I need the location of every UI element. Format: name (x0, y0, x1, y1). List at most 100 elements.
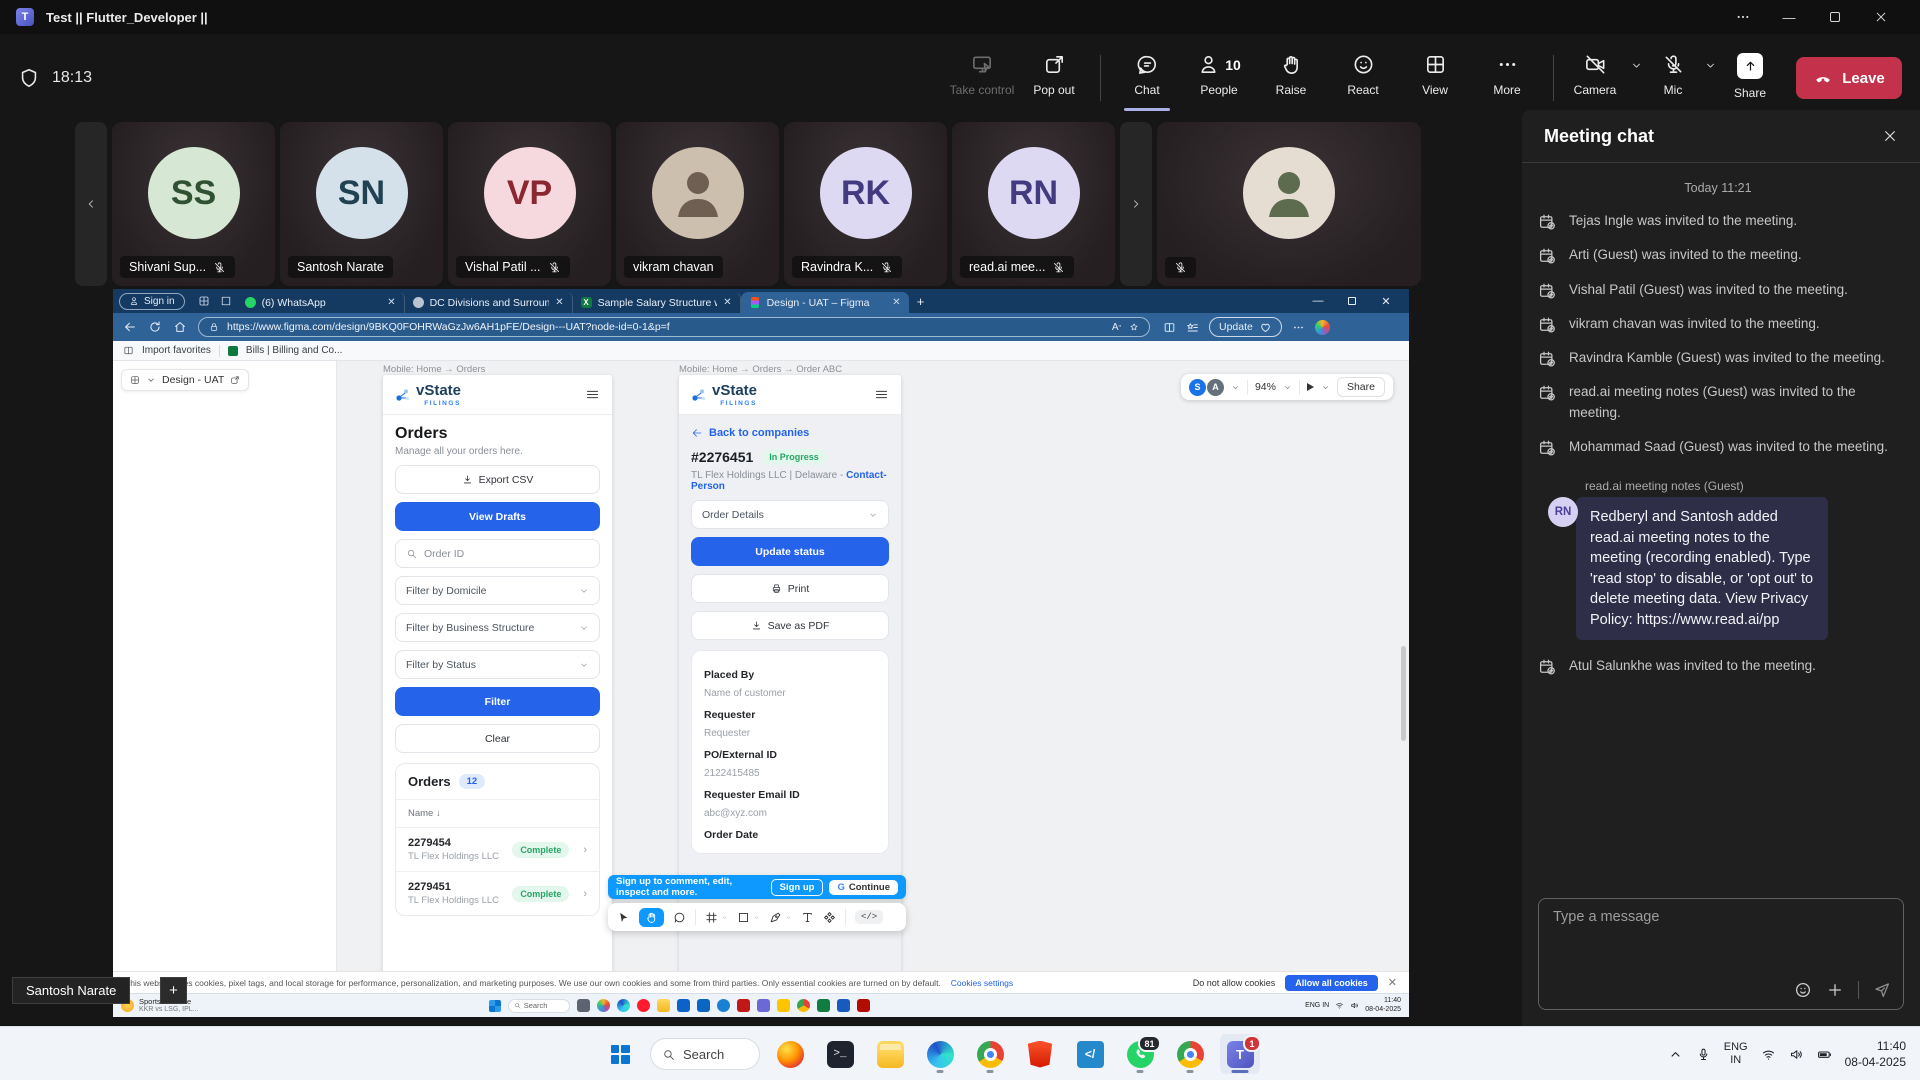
chrome-icon[interactable] (797, 999, 810, 1012)
window-close-button[interactable] (1858, 0, 1904, 34)
participant-tile[interactable]: SS Shivani Sup... (112, 122, 275, 286)
tab-close-icon[interactable]: ✕ (387, 297, 395, 308)
components-tool[interactable] (823, 911, 836, 924)
banner-sign-up-button[interactable]: Sign up (771, 879, 824, 896)
wifi-icon[interactable] (1761, 1047, 1776, 1062)
tab-close-icon[interactable]: ✕ (892, 297, 900, 308)
browser-tab-salary-sheet[interactable]: X Sample Salary Structure with calc ✕ (573, 292, 741, 313)
mcafee-icon[interactable] (737, 999, 750, 1012)
refresh-icon[interactable] (148, 320, 164, 334)
more-button[interactable]: More (1471, 45, 1543, 111)
word-icon[interactable] (837, 999, 850, 1012)
terminal-icon[interactable]: >_ (820, 1034, 860, 1074)
tab-close-icon[interactable]: ✕ (723, 297, 731, 308)
whatsapp-icon[interactable]: 81 (1120, 1034, 1160, 1074)
camera-button[interactable]: Camera (1564, 45, 1626, 111)
order-id-search-input[interactable]: Order ID (395, 539, 600, 568)
leave-button[interactable]: Leave (1796, 57, 1902, 99)
participant-tile[interactable]: vikram chavan (616, 122, 779, 286)
hand-tool[interactable] (639, 908, 664, 927)
order-details-select[interactable]: Order Details (691, 500, 889, 529)
brave-icon[interactable] (1020, 1034, 1060, 1074)
frame-label[interactable]: Mobile: Home → Orders (383, 364, 485, 375)
app-icon[interactable] (777, 999, 790, 1012)
save-as-pdf-button[interactable]: Save as PDF (691, 611, 889, 640)
store-icon[interactable] (677, 999, 690, 1012)
chevron-down-icon[interactable] (1231, 383, 1240, 392)
excel-icon[interactable] (817, 999, 830, 1012)
figma-share-button[interactable]: Share (1337, 377, 1385, 397)
banner-google-continue-button[interactable]: GContinue (829, 880, 898, 895)
copilot-icon[interactable] (597, 999, 610, 1012)
order-row[interactable]: 2279454TL Flex Holdings LLC Complete › (396, 827, 599, 871)
file-explorer-icon[interactable] (657, 999, 670, 1012)
tab-close-icon[interactable]: ✕ (555, 297, 563, 308)
clear-button[interactable]: Clear (395, 724, 600, 753)
cookie-close-icon[interactable]: ✕ (1388, 976, 1397, 989)
app-icon[interactable] (717, 999, 730, 1012)
figma-canvas[interactable]: Mobile: Home → Orders Mobile: Home → Ord… (337, 361, 1409, 971)
chevron-down-icon[interactable] (1283, 383, 1292, 392)
update-status-button[interactable]: Update status (691, 537, 889, 566)
edge-icon[interactable] (920, 1034, 960, 1074)
chrome-profile-icon[interactable] (1170, 1034, 1210, 1074)
move-tool[interactable] (617, 911, 630, 924)
favorite-star-icon[interactable] (1129, 322, 1139, 332)
window-maximize-button[interactable] (1812, 0, 1858, 34)
volume-icon[interactable] (1789, 1047, 1804, 1062)
annotation-plus-icon[interactable]: + (160, 977, 187, 1004)
text-tool[interactable] (801, 911, 814, 924)
export-csv-button[interactable]: Export CSV (395, 465, 600, 494)
browser-tab-figma[interactable]: Design - UAT – Figma ✕ (741, 292, 909, 313)
browser-restore-button[interactable] (1335, 289, 1369, 313)
cookie-settings-link[interactable]: Cookies settings (951, 978, 1013, 988)
participant-tile[interactable]: RN read.ai mee... (952, 122, 1115, 286)
opera-icon[interactable] (637, 999, 650, 1012)
taskbar-clock[interactable]: 11:4008-04-2025 (1845, 1038, 1906, 1070)
taskbar-search[interactable]: Search (650, 1038, 760, 1070)
read-aloud-icon[interactable]: A" (1112, 322, 1121, 333)
split-screen-icon[interactable] (1163, 321, 1176, 334)
filter-domicile-select[interactable]: Filter by Domicile (395, 576, 600, 605)
home-icon[interactable] (173, 320, 189, 334)
collections-icon[interactable] (1186, 321, 1199, 334)
figma-file-chip[interactable]: Design - UAT (121, 369, 249, 391)
chat-button[interactable]: Chat (1111, 45, 1183, 111)
scroll-left-button[interactable] (75, 122, 107, 286)
chat-compose-box[interactable] (1538, 898, 1904, 1010)
frame-label[interactable]: Mobile: Home → Orders → Order ABC (679, 364, 842, 375)
mic-options-chevron[interactable] (1700, 45, 1720, 85)
weather-widget[interactable]: Sports headlineKKR vs LSG, IPL... (121, 997, 271, 1014)
teams-icon[interactable]: T1 (1220, 1034, 1260, 1074)
participant-tile-self[interactable] (1157, 122, 1421, 286)
edge-icon[interactable] (617, 999, 630, 1012)
deny-cookies-button[interactable]: Do not allow cookies (1193, 978, 1276, 988)
mic-button[interactable]: Mic (1646, 45, 1700, 111)
chat-message-input[interactable] (1553, 909, 1889, 925)
filter-status-select[interactable]: Filter by Status (395, 650, 600, 679)
firefox-icon[interactable] (770, 1034, 810, 1074)
dev-mode-toggle[interactable]: </> (855, 910, 883, 924)
tray-chevron-icon[interactable] (1668, 1047, 1683, 1062)
collaborator-avatar[interactable]: S (1189, 379, 1206, 396)
copilot-icon[interactable] (1315, 320, 1330, 335)
file-explorer-icon[interactable] (870, 1034, 910, 1074)
design-frame-orders[interactable]: vStateFILINGS Orders Manage all your ord… (383, 375, 612, 971)
share-button[interactable]: Share (1720, 45, 1780, 111)
battery-icon[interactable] (1817, 1047, 1832, 1062)
start-button[interactable] (600, 1034, 640, 1074)
back-to-companies-link[interactable]: Back to companies (691, 427, 889, 439)
chevron-down-icon[interactable] (1321, 383, 1330, 392)
browser-close-button[interactable]: ✕ (1369, 289, 1403, 313)
view-button[interactable]: View (1399, 45, 1471, 111)
chat-message[interactable]: RN Redberyl and Santosh added read.ai me… (1538, 497, 1898, 640)
filter-business-structure-select[interactable]: Filter by Business Structure (395, 613, 600, 642)
browser-tab-whatsapp[interactable]: (6) WhatsApp ✕ (237, 292, 405, 313)
browser-menu-dots-icon[interactable] (1292, 321, 1305, 334)
tab-actions-icon[interactable] (215, 295, 237, 307)
shared-clock[interactable]: 11:4008-04-2025 (1365, 997, 1401, 1015)
hamburger-menu-icon[interactable] (585, 387, 600, 402)
chat-message-list[interactable]: Today 11:21 Tejas Ingle was invited to t… (1522, 163, 1920, 898)
pop-out-button[interactable]: Pop out (1018, 45, 1090, 111)
search-pill[interactable]: Search (508, 999, 570, 1013)
